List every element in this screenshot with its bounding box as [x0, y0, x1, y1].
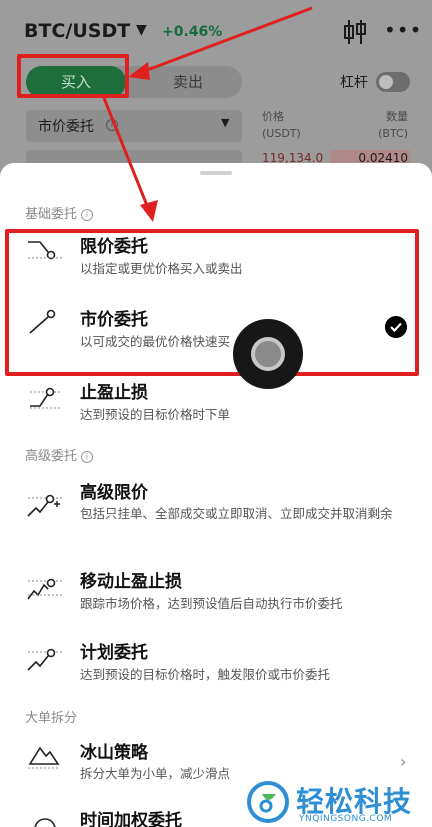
price-header-unit: (USDT) [262, 127, 301, 140]
price-change-badge: +0.46% [162, 24, 223, 40]
watermark-subtext: YNQINGSONG.COM [299, 814, 393, 824]
option-title: 移动止盈止损 [80, 572, 182, 592]
tp-sl-icon [30, 387, 62, 409]
price-header-label: 价格 [262, 110, 284, 123]
touch-indicator-inner [251, 337, 285, 371]
caret-down-icon: ▼ [221, 116, 230, 129]
info-icon[interactable]: i [81, 209, 94, 221]
more-dots-icon[interactable]: ••• [384, 18, 422, 42]
section-title: 高级委托 [25, 449, 78, 464]
leverage-label: 杠杆 [340, 75, 368, 91]
watermark-logo [247, 781, 289, 823]
order-type-value: 市价委托 [38, 119, 94, 135]
option-title: 止盈止损 [80, 383, 148, 403]
twap-icon [34, 818, 56, 827]
annotation-highlight-order-types [5, 229, 419, 376]
option-title: 高级限价 [80, 483, 148, 503]
info-icon[interactable]: i [81, 451, 94, 463]
qty-column-header: 数量 (BTC) [378, 108, 408, 142]
iceberg-icon [28, 746, 60, 769]
option-title: 冰山策略 [80, 743, 148, 763]
price-column-header: 价格 (USDT) [262, 108, 301, 142]
section-title: 基础委托 [25, 207, 78, 222]
option-title: 计划委托 [80, 643, 148, 663]
sell-button[interactable]: 卖出 [134, 66, 242, 98]
section-title: 大单拆分 [25, 711, 78, 726]
candlestick-icon[interactable] [342, 18, 368, 46]
section-large-order-split: 大单拆分 [25, 707, 77, 726]
option-desc: 包括只挂单、全部成交或立即取消、立即成交并取消剩余 [80, 506, 393, 521]
sheet-drag-handle[interactable] [200, 171, 232, 175]
qty-header-label: 数量 [386, 110, 408, 123]
trailing-stop-icon [27, 578, 62, 600]
option-desc: 跟踪市场价格，达到预设值后自动执行市价委托 [80, 596, 343, 611]
section-basic-orders: 基础委托 i [25, 203, 94, 222]
leverage-toggle-knob [379, 75, 393, 89]
option-desc: 达到预设的目标价格时，触发限价或市价委托 [80, 667, 331, 682]
info-icon[interactable]: i [106, 119, 118, 131]
annotation-highlight-buy [17, 54, 129, 98]
trigger-order-icon [27, 648, 62, 671]
chevron-right-icon[interactable]: › [400, 752, 406, 771]
section-advanced-orders: 高级委托 i [25, 445, 94, 464]
option-title: 时间加权委托 [80, 811, 182, 827]
qty-header-unit: (BTC) [378, 127, 408, 140]
advanced-limit-icon [27, 494, 62, 517]
pair-dropdown-caret-icon[interactable]: ▼ [136, 22, 147, 38]
pair-title[interactable]: BTC/USDT [24, 20, 130, 42]
option-desc: 达到预设的目标价格时下单 [80, 407, 231, 422]
